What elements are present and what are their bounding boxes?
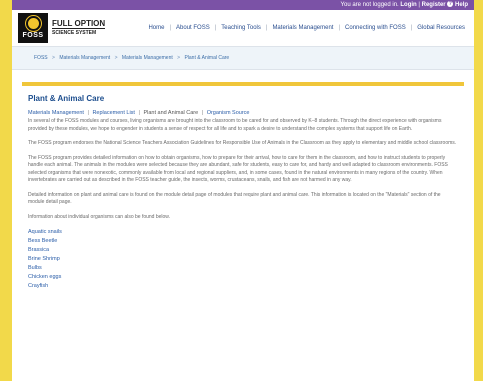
organism-link-bess-beetle[interactable]: Bess Beetle [28,237,458,246]
breadcrumb: FOSS > Materials Management > Materials … [12,47,474,70]
foss-logo[interactable]: FOSS FULL OPTION SCIENCE SYSTEM [18,13,106,43]
organism-link-crayfish[interactable]: Crayfish [28,282,458,291]
breadcrumb-arrow-icon: > [177,55,181,61]
logo-line-2: SCIENCE SYSTEM [52,27,106,37]
intro-paragraph: In several of the FOSS modules and cours… [28,118,442,132]
breadcrumb-materials-management[interactable]: Materials Management [59,55,110,61]
nav-connecting-with-foss[interactable]: Connecting with FOSS [340,25,411,31]
sun-icon [27,17,39,29]
sub-nav: Materials Management | Replacement List … [28,110,458,116]
nav-about-foss[interactable]: About FOSS [171,25,215,31]
nav-home[interactable]: Home [143,25,169,31]
logo-wordmark: FULL OPTION SCIENCE SYSTEM [52,18,106,37]
breadcrumb-materials-management-2[interactable]: Materials Management [122,55,173,61]
tab-materials-management[interactable]: Materials Management [28,110,84,116]
site-header: FOSS FULL OPTION SCIENCE SYSTEM Home | A… [12,10,474,47]
main-content: Plant & Animal Care Materials Management… [22,82,464,291]
breadcrumb-foss[interactable]: FOSS [34,55,48,61]
page-frame: You are not logged in. Login | Register … [12,0,474,381]
logo-badge: FOSS [18,13,48,43]
breadcrumb-arrow-icon: > [114,55,118,61]
top-bar: You are not logged in. Login | Register … [12,0,474,10]
organism-link-brassica[interactable]: Brassica [28,246,458,255]
nsta-paragraph: The FOSS program endorses the National S… [28,140,457,146]
organism-link-aquatic-snails[interactable]: Aquatic snails [28,228,458,237]
logo-line-1: FULL OPTION [52,18,106,28]
nav-teaching-tools[interactable]: Teaching Tools [216,25,266,31]
tab-plant-and-animal-care: Plant and Animal Care [143,110,199,116]
page-title: Plant & Animal Care [28,94,105,103]
organism-link-chicken-eggs[interactable]: Chicken eggs [28,273,458,282]
breadcrumb-current: Plant & Animal Care [184,55,230,61]
tab-separator: | [87,110,89,116]
tab-organism-source[interactable]: Organism Source [207,110,250,116]
tab-separator: | [201,110,204,116]
breadcrumb-arrow-icon: > [52,55,55,61]
organisms-intro-paragraph: Information about individual organisms c… [28,213,171,220]
tab-replacement-list[interactable]: Replacement List [92,110,135,116]
login-link[interactable]: Login [400,2,416,8]
help-icon[interactable]: ? [447,1,454,8]
register-link[interactable]: Register [422,2,446,8]
organism-list: Aquatic snails Bess Beetle Brassica Brin… [28,228,458,291]
tab-separator: | [138,110,140,116]
top-bar-separator: | [418,2,420,8]
logo-badge-text: FOSS [22,31,44,39]
main-nav: Home | About FOSS | Teaching Tools | Mat… [143,10,470,46]
login-status: You are not logged in. [340,2,399,8]
organism-link-bulbs[interactable]: Bulbs [28,264,458,273]
nav-global-resources[interactable]: Global Resources [412,25,470,31]
module-detail-paragraph: Detailed information on plant and animal… [28,191,441,206]
organism-link-brine-shrimp[interactable]: Brine Shrimp [28,255,458,264]
help-link[interactable]: Help [455,2,468,8]
nav-materials-management[interactable]: Materials Management [267,25,338,31]
program-details-paragraph: The FOSS program provides detailed infor… [28,154,448,184]
